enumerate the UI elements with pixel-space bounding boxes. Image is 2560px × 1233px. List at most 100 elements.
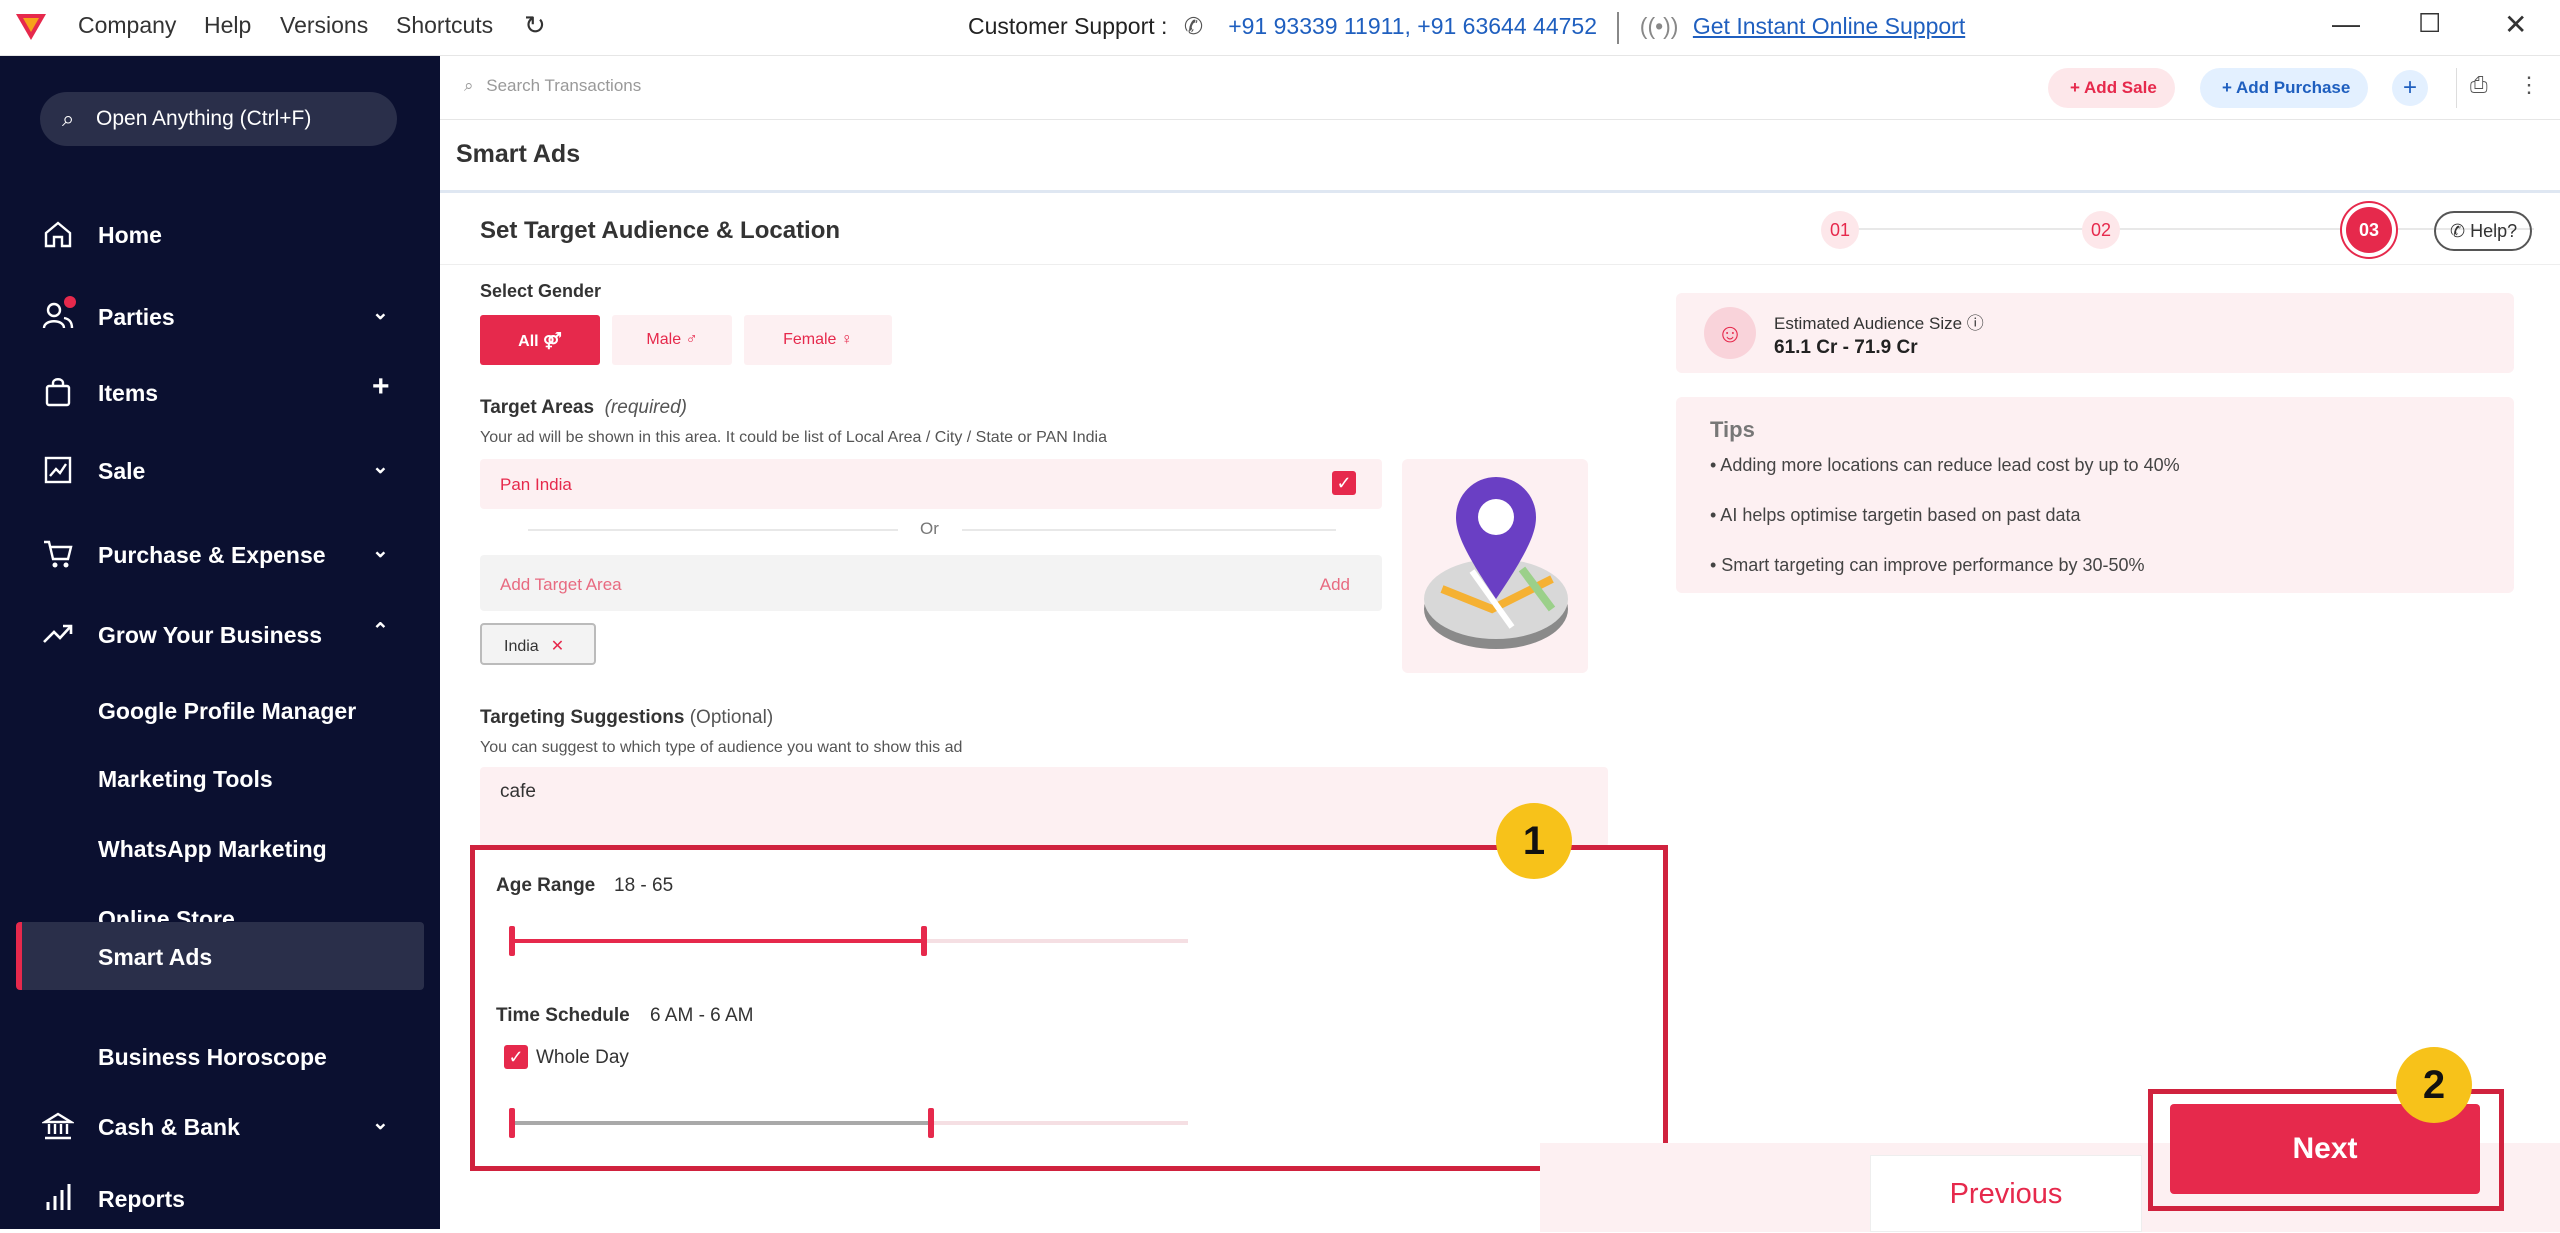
gender-male-label: Male	[646, 331, 682, 348]
phone-icon: ✆	[2450, 221, 2471, 241]
sidebar-item-sale[interactable]: Sale ⌄	[0, 442, 440, 498]
male-icon: ♂	[685, 331, 698, 348]
add-target-area-input[interactable]: Add Target Area Add	[480, 555, 1382, 611]
gender-female-button[interactable]: Female ♀	[744, 315, 892, 365]
estimated-audience-title: Estimated Audience Size	[1774, 314, 1963, 333]
sidebar-item-google-profile-manager[interactable]: Google Profile Manager	[0, 678, 440, 742]
close-icon[interactable]: ✕	[2504, 8, 2527, 41]
suggestions-textarea[interactable]: cafe	[480, 767, 1608, 847]
tip-item: • Adding more locations can reduce lead …	[1710, 455, 2180, 475]
sale-chart-icon	[44, 456, 72, 484]
menu-versions[interactable]: Versions	[280, 12, 368, 39]
add-more-button[interactable]: +	[2392, 70, 2428, 106]
broadcast-icon: ((•))	[1639, 13, 1679, 40]
pan-india-option[interactable]: Pan India ✓	[480, 459, 1382, 509]
tips-title: Tips	[1710, 417, 1755, 442]
sidebar-item-smart-ads[interactable]: Smart Ads	[16, 922, 424, 990]
info-icon[interactable]: ⓘ	[1967, 314, 1984, 333]
sidebar-item-reports[interactable]: Reports	[0, 1170, 440, 1226]
targeting-suggestions-label: Targeting Suggestions (Optional)	[480, 707, 773, 729]
help-label: Help?	[2470, 221, 2518, 241]
audience-icon: ☺	[1704, 307, 1756, 359]
sidebar-item-label: Reports	[98, 1186, 185, 1212]
sidebar-item-label: Smart Ads	[98, 944, 213, 970]
menu-company[interactable]: Company	[78, 12, 176, 39]
gender-all-button[interactable]: All ⚤	[480, 315, 600, 365]
highlight-box-1	[470, 845, 1668, 1171]
sidebar-item-business-horoscope[interactable]: Business Horoscope	[0, 1024, 440, 1088]
step-1[interactable]: 01	[1821, 211, 1859, 249]
plus-icon[interactable]: +	[372, 370, 390, 404]
sidebar-item-purchase-expense[interactable]: Purchase & Expense ⌄	[0, 526, 440, 582]
menu-shortcuts[interactable]: Shortcuts	[396, 12, 493, 39]
pan-india-checkbox[interactable]: ✓	[1332, 471, 1356, 495]
sidebar-item-label: Sale	[98, 458, 146, 484]
sidebar-item-parties[interactable]: Parties ⌄	[0, 288, 440, 344]
add-area-button[interactable]: Add	[1320, 575, 1350, 595]
notification-dot	[64, 296, 76, 308]
home-icon	[44, 221, 72, 248]
open-anything-search[interactable]: ⌕ Open Anything (Ctrl+F)	[40, 92, 397, 146]
bank-icon	[42, 1112, 74, 1140]
help-button[interactable]: ✆ Help?	[2434, 211, 2532, 251]
chevron-down-icon: ⌄	[372, 540, 389, 562]
remove-chip-icon[interactable]: ✕	[551, 638, 564, 655]
cart-icon	[44, 540, 73, 568]
sidebar-item-items[interactable]: Items +	[0, 364, 440, 420]
trending-up-icon	[43, 624, 73, 643]
sidebar-item-whatsapp-marketing[interactable]: WhatsApp Marketing	[0, 816, 440, 880]
step-2[interactable]: 02	[2082, 211, 2120, 249]
window-titlebar: Company Help Versions Shortcuts ↻ Custom…	[0, 0, 2560, 56]
maximize-icon[interactable]: ☐	[2418, 8, 2441, 39]
add-sale-button[interactable]: + Add Sale	[2048, 68, 2175, 108]
gender-male-button[interactable]: Male ♂	[612, 315, 732, 365]
support-label: Customer Support :	[968, 13, 1168, 40]
divider	[2456, 68, 2457, 108]
transactions-toolbar: ⌕ Search Transactions + Add Sale + Add P…	[440, 56, 2560, 120]
map-illustration	[1402, 459, 1588, 673]
chevron-down-icon: ⌄	[372, 302, 389, 324]
estimated-audience-label: Estimated Audience Size ⓘ	[1774, 309, 1984, 334]
plus-icon: +	[2070, 78, 2085, 97]
search-transactions[interactable]: ⌕ Search Transactions	[464, 76, 641, 96]
menu-help[interactable]: Help	[204, 12, 251, 39]
sidebar-item-cash-bank[interactable]: Cash & Bank ⌄	[0, 1098, 440, 1154]
smart-ads-card: Set Target Audience & Location 01 02 03 …	[440, 190, 2560, 1232]
online-support-link[interactable]: Get Instant Online Support	[1693, 13, 1965, 39]
sidebar-item-label: Business Horoscope	[98, 1044, 327, 1070]
estimated-audience-box: ☺ Estimated Audience Size ⓘ 61.1 Cr - 71…	[1676, 293, 2514, 373]
phone-icon: ✆	[1183, 13, 1204, 40]
sidebar-item-home[interactable]: Home	[0, 206, 440, 262]
shopping-bag-icon	[45, 378, 71, 407]
plus-icon: +	[2222, 78, 2237, 97]
sidebar-item-label: Marketing Tools	[98, 766, 273, 792]
divider	[1617, 12, 1620, 44]
minimize-icon[interactable]: —	[2332, 8, 2360, 40]
support-numbers[interactable]: +91 93339 11911, +91 63644 44752	[1228, 13, 1597, 39]
card-header: Set Target Audience & Location 01 02 03 …	[440, 193, 2560, 265]
sidebar-item-marketing-tools[interactable]: Marketing Tools	[0, 746, 440, 810]
map-pin-icon	[1424, 477, 1568, 649]
app-logo-icon	[16, 14, 46, 40]
sidebar-item-label: Google Profile Manager	[98, 698, 357, 724]
previous-button[interactable]: Previous	[1870, 1155, 2142, 1232]
optional-tag: (Optional)	[689, 707, 774, 728]
sidebar-item-label: Grow Your Business	[98, 622, 323, 648]
more-options-icon[interactable]: ⋮	[2518, 72, 2540, 98]
sidebar-item-label: Purchase & Expense	[98, 542, 326, 568]
card-title: Set Target Audience & Location	[480, 217, 841, 244]
search-transactions-placeholder: Search Transactions	[486, 76, 642, 95]
or-separator: Or	[920, 519, 939, 538]
sidebar-item-label: WhatsApp Marketing	[98, 836, 327, 862]
refresh-icon[interactable]: ↻	[524, 10, 546, 41]
search-icon: ⌕	[62, 106, 75, 131]
suggestions-value: cafe	[500, 781, 536, 802]
search-icon: ⌕	[464, 76, 474, 95]
tip-item: • Smart targeting can improve performanc…	[1710, 555, 2145, 575]
print-icon[interactable]: ⎙	[2470, 72, 2488, 98]
sidebar-item-label: Home	[98, 222, 162, 248]
add-target-area-placeholder: Add Target Area	[500, 575, 622, 594]
step-3[interactable]: 03	[2346, 207, 2392, 253]
sidebar-item-grow-your-business[interactable]: Grow Your Business ⌃	[0, 606, 440, 662]
add-purchase-button[interactable]: + Add Purchase	[2200, 68, 2369, 108]
